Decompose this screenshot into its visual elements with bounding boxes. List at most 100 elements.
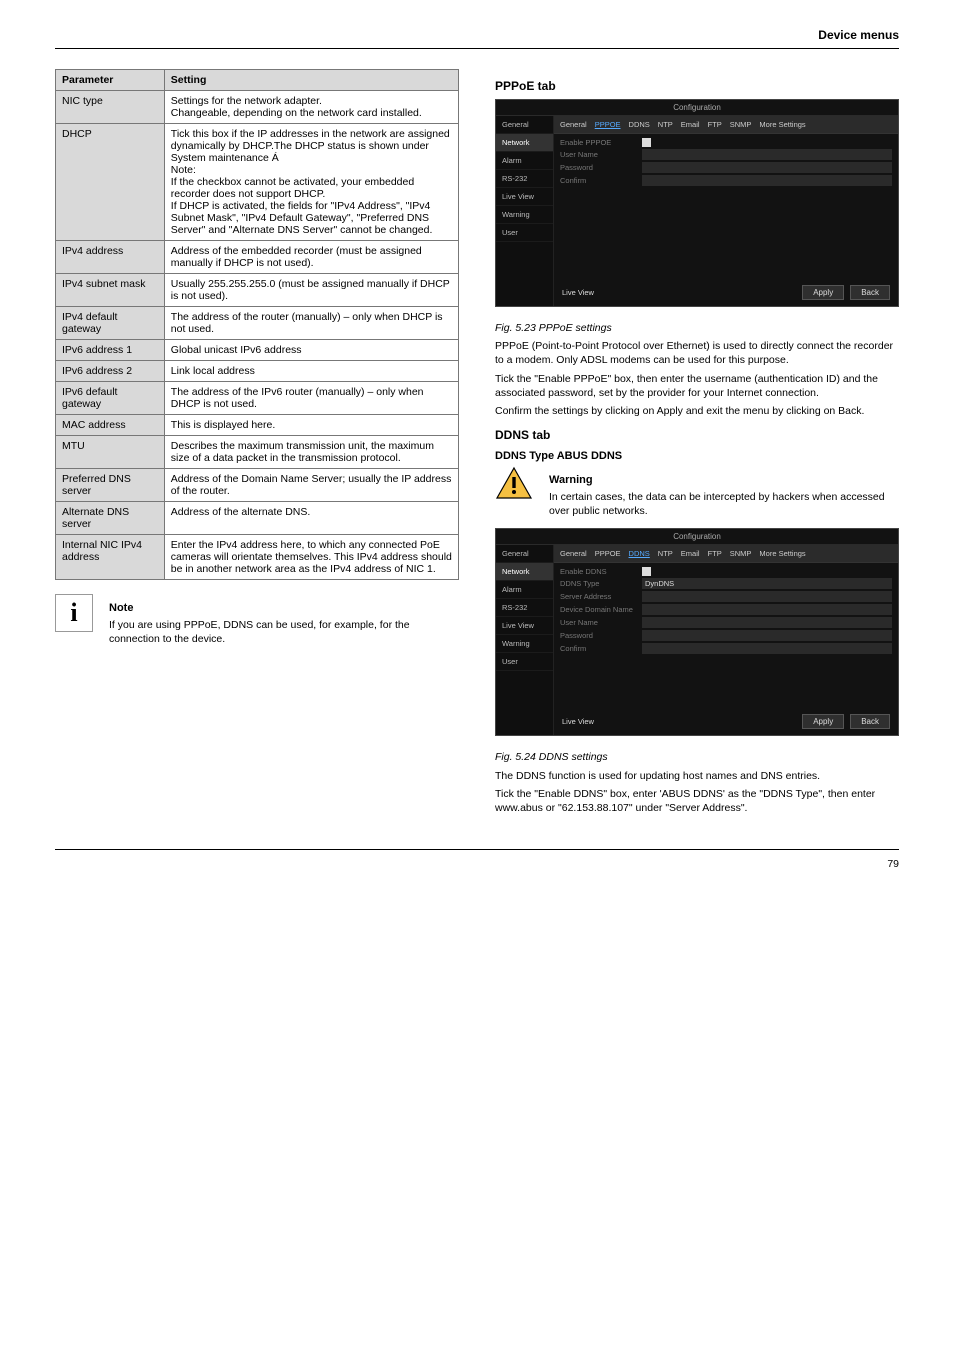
field-label: Device Domain Name (560, 605, 642, 614)
ddns-heading: DDNS tab (495, 428, 899, 442)
sidebar-item[interactable]: Warning (496, 206, 553, 224)
tab[interactable]: General (560, 120, 587, 129)
text-field[interactable] (642, 604, 892, 615)
param-name: IPv6 address 1 (56, 340, 165, 361)
table-row: Preferred DNS serverAddress of the Domai… (56, 469, 459, 502)
fig-caption: Fig. 5.24 DDNS settings (495, 750, 899, 764)
table-header: Setting (164, 70, 458, 91)
param-desc: Usually 255.255.255.0 (must be assigned … (164, 274, 458, 307)
sidebar-item[interactable]: RS-232 (496, 599, 553, 617)
text-field[interactable] (642, 630, 892, 641)
text-field[interactable] (642, 617, 892, 628)
param-desc: Address of the alternate DNS. (164, 502, 458, 535)
note-body: If you are using PPPoE, DDNS can be used… (109, 618, 459, 646)
form-row: Enable PPPOE (560, 138, 892, 147)
text-field[interactable] (642, 149, 892, 160)
tab[interactable]: DDNS (629, 120, 650, 129)
param-desc: Address of the embedded recorder (must b… (164, 241, 458, 274)
param-desc: The address of the router (manually) – o… (164, 307, 458, 340)
bottom-rule (55, 849, 899, 850)
param-desc: Global unicast IPv6 address (164, 340, 458, 361)
text-field[interactable] (642, 175, 892, 186)
form-row: Device Domain Name (560, 604, 892, 615)
back-button[interactable]: Back (850, 714, 890, 729)
param-desc: Address of the Domain Name Server; usual… (164, 469, 458, 502)
tab[interactable]: Email (681, 120, 700, 129)
back-button[interactable]: Back (850, 285, 890, 300)
field-label: Password (560, 163, 642, 172)
params-table: ParameterSettingNIC typeSettings for the… (55, 69, 459, 580)
apply-button[interactable]: Apply (802, 285, 844, 300)
ddns-para1: The DDNS function is used for updating h… (495, 769, 899, 783)
warning-label: Warning (549, 474, 899, 486)
checkbox[interactable] (642, 567, 651, 576)
ui-footer-left[interactable]: Live View (562, 717, 594, 726)
sidebar-item[interactable]: RS-232 (496, 170, 553, 188)
tab[interactable]: Email (681, 549, 700, 558)
param-name: Preferred DNS server (56, 469, 165, 502)
form-row: Password (560, 630, 892, 641)
tab[interactable]: FTP (708, 549, 722, 558)
param-name: MAC address (56, 415, 165, 436)
table-row: Internal NIC IPv4 addressEnter the IPv4 … (56, 535, 459, 580)
sidebar-item[interactable]: Network (496, 134, 553, 152)
sidebar-item[interactable]: User (496, 224, 553, 242)
tab[interactable]: PPPOE (595, 549, 621, 558)
param-name: MTU (56, 436, 165, 469)
sidebar-item[interactable]: Warning (496, 635, 553, 653)
text-field[interactable]: DynDNS (642, 578, 892, 589)
sidebar-item[interactable]: General (496, 545, 553, 563)
form-row: User Name (560, 617, 892, 628)
param-name: DHCP (56, 124, 165, 241)
param-name: IPv4 address (56, 241, 165, 274)
table-row: IPv6 default gatewayThe address of the I… (56, 382, 459, 415)
text-field[interactable] (642, 162, 892, 173)
table-row: IPv4 addressAddress of the embedded reco… (56, 241, 459, 274)
text-field[interactable] (642, 643, 892, 654)
text-field[interactable] (642, 591, 892, 602)
field-label: Confirm (560, 644, 642, 653)
table-row: IPv4 subnet maskUsually 255.255.255.0 (m… (56, 274, 459, 307)
sidebar-item[interactable]: Alarm (496, 152, 553, 170)
field-label: User Name (560, 150, 642, 159)
sidebar-item[interactable]: User (496, 653, 553, 671)
tab[interactable]: DDNS (629, 549, 650, 558)
pppoe-para3: Confirm the settings by clicking on Appl… (495, 404, 899, 418)
pppoe-para2: Tick the "Enable PPPoE" box, then enter … (495, 372, 899, 400)
sidebar-item[interactable]: Alarm (496, 581, 553, 599)
apply-button[interactable]: Apply (802, 714, 844, 729)
field-label: User Name (560, 618, 642, 627)
ddns-para2: Tick the "Enable DDNS" box, enter 'ABUS … (495, 787, 899, 815)
tab[interactable]: PPPOE (595, 120, 621, 129)
param-desc: Enter the IPv4 address here, to which an… (164, 535, 458, 580)
tab[interactable]: More Settings (759, 549, 805, 558)
sidebar-item[interactable]: Live View (496, 188, 553, 206)
tab[interactable]: NTP (658, 120, 673, 129)
pppoe-screenshot: Configuration GeneralNetworkAlarmRS-232L… (495, 99, 899, 307)
tab[interactable]: SNMP (730, 120, 752, 129)
table-row: IPv6 address 1Global unicast IPv6 addres… (56, 340, 459, 361)
param-name: Internal NIC IPv4 address (56, 535, 165, 580)
param-desc: Settings for the network adapter. Change… (164, 91, 458, 124)
form-row: User Name (560, 149, 892, 160)
ui-footer-left[interactable]: Live View (562, 288, 594, 297)
warning-icon (495, 466, 533, 500)
tab[interactable]: General (560, 549, 587, 558)
sidebar-item[interactable]: General (496, 116, 553, 134)
ui-title: Configuration (496, 100, 898, 116)
field-label: Server Address (560, 592, 642, 601)
param-desc: Describes the maximum transmission unit,… (164, 436, 458, 469)
form-row: Confirm (560, 643, 892, 654)
tab[interactable]: SNMP (730, 549, 752, 558)
sidebar-item[interactable]: Live View (496, 617, 553, 635)
tab[interactable]: NTP (658, 549, 673, 558)
tab[interactable]: FTP (708, 120, 722, 129)
tab[interactable]: More Settings (759, 120, 805, 129)
sidebar-item[interactable]: Network (496, 563, 553, 581)
pppoe-heading: PPPoE tab (495, 79, 899, 93)
pppoe-para1: PPPoE (Point-to-Point Protocol over Ethe… (495, 339, 899, 367)
form-row: Server Address (560, 591, 892, 602)
table-row: Alternate DNS serverAddress of the alter… (56, 502, 459, 535)
param-name: NIC type (56, 91, 165, 124)
checkbox[interactable] (642, 138, 651, 147)
